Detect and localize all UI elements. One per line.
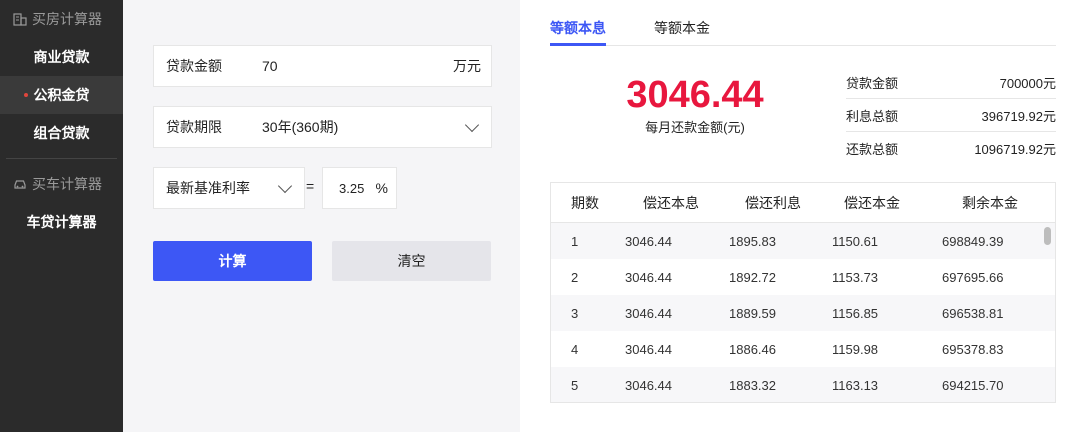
table-cell: 695378.83 xyxy=(942,341,1004,357)
table-cell: 1883.32 xyxy=(729,377,776,393)
table-row: 1 3046.44 1895.83 1150.61 698849.39 xyxy=(551,223,1055,259)
sidebar-divider xyxy=(6,158,117,159)
summary-row: 贷款金额 700000元 xyxy=(846,66,1056,99)
loan-term-label: 贷款期限 xyxy=(166,119,222,135)
table-header: 期数 偿还本息 偿还利息 偿还本金 剩余本金 xyxy=(551,183,1055,223)
sidebar-item-provident-fund-loan[interactable]: 公积金贷 xyxy=(0,76,123,114)
table-cell: 4 xyxy=(571,341,579,357)
table-cell: 1892.72 xyxy=(729,269,776,285)
repayment-schedule-table[interactable]: 期数 偿还本息 偿还利息 偿还本金 剩余本金 1 3046.44 1895.83… xyxy=(550,182,1056,403)
section-house-calculator: 买房计算器 xyxy=(0,0,123,38)
loan-amount-unit: 万元 xyxy=(453,58,481,74)
sidebar-item-commercial-loan[interactable]: 商业贷款 xyxy=(0,38,123,76)
active-tab-indicator xyxy=(550,43,606,46)
rate-type-select[interactable]: 最新基准利率 xyxy=(153,167,305,209)
table-row: 2 3046.44 1892.72 1153.73 697695.66 xyxy=(551,259,1055,295)
summary-label: 还款总额 xyxy=(846,142,899,157)
summary-value: 396719.92元 xyxy=(981,108,1056,124)
table-cell: 694215.70 xyxy=(942,377,1004,393)
summary-value: 1096719.92元 xyxy=(974,142,1056,157)
table-cell: 5 xyxy=(571,377,579,393)
table-cell: 696538.81 xyxy=(942,305,1004,321)
equals-sign: = xyxy=(306,178,315,194)
table-cell: 3046.44 xyxy=(625,341,672,357)
table-cell: 3046.44 xyxy=(625,377,672,393)
loan-summary: 贷款金额 700000元 利息总额 396719.92元 还款总额 109671… xyxy=(846,66,1056,165)
sidebar-item-label: 公积金贷 xyxy=(33,87,90,103)
tab-equal-principal[interactable]: 等额本金 xyxy=(654,18,710,38)
section-house-label: 买房计算器 xyxy=(32,11,102,27)
clear-button[interactable]: 清空 xyxy=(332,241,491,281)
summary-label: 贷款金额 xyxy=(846,75,899,91)
summary-value: 700000元 xyxy=(999,75,1056,91)
summary-label: 利息总额 xyxy=(846,108,899,124)
summary-row: 利息总额 396719.92元 xyxy=(846,99,1056,132)
sidebar-item-combined-loan[interactable]: 组合贷款 xyxy=(0,114,123,152)
sidebar-item-label: 车贷计算器 xyxy=(26,214,97,230)
loan-term-select[interactable]: 贷款期限 30年(360期) xyxy=(153,106,492,148)
table-cell: 1153.73 xyxy=(832,269,879,285)
loan-amount-label: 贷款金额 xyxy=(166,58,222,74)
monthly-payment-amount: 3046.44 xyxy=(626,74,764,116)
column-header: 偿还利息 xyxy=(745,194,801,211)
table-cell: 1889.59 xyxy=(729,305,776,321)
section-car-calculator: 买车计算器 xyxy=(0,165,123,203)
column-header: 剩余本金 xyxy=(962,194,1018,211)
monthly-payment-label: 每月还款金额(元) xyxy=(645,120,745,135)
table-cell: 1156.85 xyxy=(832,305,879,321)
loan-form: 贷款金额 70 万元 贷款期限 30年(360期) 最新基准利率 = 3.25 … xyxy=(123,0,520,432)
table-cell: 3046.44 xyxy=(625,269,672,285)
table-cell: 1886.46 xyxy=(729,341,776,357)
table-row: 3 3046.44 1889.59 1156.85 696538.81 xyxy=(551,295,1055,331)
summary-row: 还款总额 1096719.92元 xyxy=(846,132,1056,165)
chevron-down-icon xyxy=(464,117,480,133)
table-cell: 697695.66 xyxy=(942,269,1004,285)
column-header: 偿还本息 xyxy=(643,194,699,211)
table-cell: 1163.13 xyxy=(832,377,879,393)
sidebar-item-label: 组合贷款 xyxy=(33,125,90,141)
table-row: 5 3046.44 1883.32 1163.13 694215.70 xyxy=(551,367,1055,402)
result-panel: 等额本息 等额本金 3046.44 每月还款金额(元) 贷款金额 700000元… xyxy=(520,0,1080,432)
section-car-label: 买车计算器 xyxy=(32,176,102,192)
table-cell: 698849.39 xyxy=(942,233,1004,249)
rate-unit: % xyxy=(375,180,388,196)
table-cell: 1895.83 xyxy=(729,233,776,249)
loan-term-value: 30年(360期) xyxy=(262,119,339,135)
tab-equal-installment[interactable]: 等额本息 xyxy=(550,18,606,38)
loan-amount-input[interactable]: 70 xyxy=(262,58,453,74)
table-cell: 2 xyxy=(571,269,579,285)
table-row: 4 3046.44 1886.46 1159.98 695378.83 xyxy=(551,331,1055,367)
rate-type-label: 最新基准利率 xyxy=(166,180,250,196)
sidebar-item-label: 商业贷款 xyxy=(33,49,90,65)
car-icon xyxy=(14,180,26,189)
rate-input-field[interactable]: 3.25 % xyxy=(322,167,397,209)
loan-amount-field[interactable]: 贷款金额 70 万元 xyxy=(153,45,492,87)
calculate-button[interactable]: 计算 xyxy=(153,241,312,281)
table-cell: 3046.44 xyxy=(625,233,672,249)
table-cell: 3046.44 xyxy=(625,305,672,321)
building-icon xyxy=(13,13,27,26)
chevron-down-icon xyxy=(277,178,293,194)
table-cell: 1159.98 xyxy=(832,341,879,357)
rate-input[interactable]: 3.25 xyxy=(323,181,364,196)
column-header: 偿还本金 xyxy=(844,194,900,211)
table-cell: 3 xyxy=(571,305,579,321)
table-cell: 1150.61 xyxy=(832,233,879,249)
sidebar-item-car-loan[interactable]: 车贷计算器 xyxy=(0,203,123,241)
column-header: 期数 xyxy=(571,194,599,211)
sidebar: 买房计算器 商业贷款 公积金贷 组合贷款 买车计算器 车贷计算器 xyxy=(0,0,123,432)
table-scrollbar[interactable] xyxy=(1044,227,1051,245)
table-cell: 1 xyxy=(571,233,579,249)
repayment-tabs: 等额本息 等额本金 xyxy=(550,0,1056,46)
